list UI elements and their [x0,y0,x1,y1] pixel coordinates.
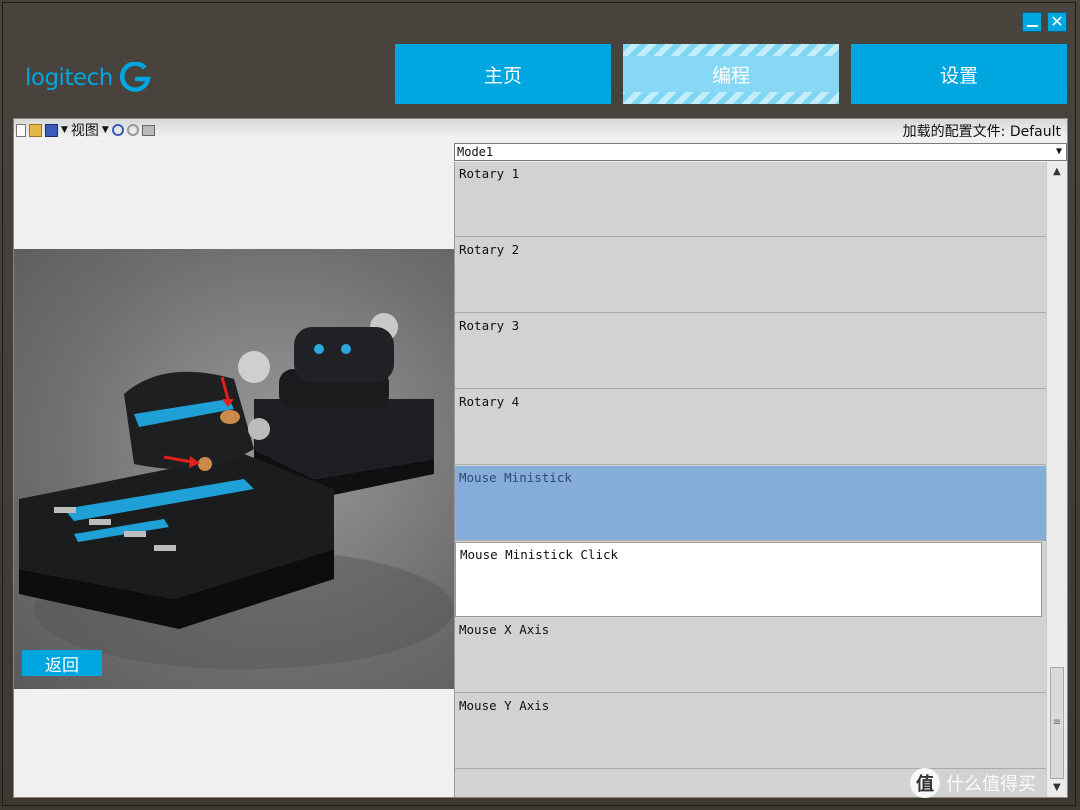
logitech-g-icon [119,62,151,92]
close-icon: ✕ [1050,12,1064,31]
watermark-badge: 值 [910,768,940,798]
list-item[interactable]: Rotary 2 [455,238,1046,313]
tab-settings-label: 设置 [939,64,978,87]
button-assignment-list: Rotary 1 Rotary 2 Rotary 3 Rotary 4 Mous… [454,162,1046,797]
chevron-down-icon: ▼ [1055,146,1062,157]
view-dropdown-icon[interactable]: ▼ [102,125,109,135]
product-image [14,249,454,689]
print-icon[interactable] [141,124,155,136]
tab-settings[interactable]: 设置 [851,44,1067,104]
list-item-label: Rotary 1 [459,166,520,181]
watermark: 值 什么值得买 [910,765,1036,801]
list-item[interactable]: Mouse Y Axis [455,694,1046,769]
minimize-button[interactable] [1022,12,1042,32]
list-item-label: Rotary 2 [459,242,520,257]
scrollbar-thumb[interactable]: ≡ [1050,667,1064,779]
list-item-label: Mouse X Axis [459,622,550,637]
scroll-down-icon[interactable]: ▼ [1053,782,1061,793]
close-button[interactable]: ✕ [1047,12,1067,32]
save-icon[interactable] [45,123,58,137]
list-item[interactable]: Rotary 1 [455,162,1046,237]
minimize-icon [1026,25,1038,27]
mode-select[interactable]: Mode1 ▼ [454,143,1067,161]
loaded-profile-label: 加载的配置文件: Default [902,124,1061,140]
list-item-selected[interactable]: Mouse Ministick [455,466,1046,541]
list-item[interactable]: Rotary 3 [455,314,1046,389]
new-file-icon[interactable] [16,123,26,137]
grip-icon: ≡ [1052,717,1062,728]
gear-icon[interactable] [111,124,124,136]
list-item-label: Rotary 4 [459,394,520,409]
toolbar: ▼ 视图 ▼ [16,121,155,139]
scroll-up-icon[interactable]: ▲ [1053,166,1061,177]
list-item-label: Mouse Ministick [459,470,572,485]
list-item-focused[interactable]: Mouse Ministick Click [455,542,1042,617]
tab-program-label: 编程 [711,64,750,87]
back-button[interactable]: 返回 [22,650,102,676]
view-menu[interactable]: 视图 [71,120,99,140]
settings-gear-icon[interactable] [126,124,139,136]
watermark-text: 什么值得买 [946,774,1036,795]
list-item-label: Mouse Y Axis [459,698,550,713]
list-item[interactable]: Mouse X Axis [455,618,1046,693]
mode-select-value: Mode1 [457,145,494,159]
throttle-quadrant-image [19,313,454,669]
list-item-label: Mouse Ministick Click [460,547,619,562]
tab-home[interactable]: 主页 [395,44,611,104]
save-dropdown-icon[interactable]: ▼ [61,125,68,135]
app-window: ✕ logitech 主页 编程 设置 ▼ 视图 ▼ 加载的配置文件: Defa… [0,0,1080,810]
main-panel: ▼ 视图 ▼ 加载的配置文件: Default 返回 Mode1 ▼ Rotar… [13,118,1068,798]
tab-home-label: 主页 [483,64,522,87]
open-folder-icon[interactable] [29,123,42,137]
tab-program[interactable]: 编程 [623,44,839,104]
list-item-label: Rotary 3 [459,318,520,333]
logitech-logo: logitech [25,60,151,96]
logo-text: logitech [25,65,113,91]
list-item[interactable]: Rotary 4 [455,390,1046,465]
list-scrollbar[interactable]: ▲ ≡ ▼ [1046,162,1067,797]
